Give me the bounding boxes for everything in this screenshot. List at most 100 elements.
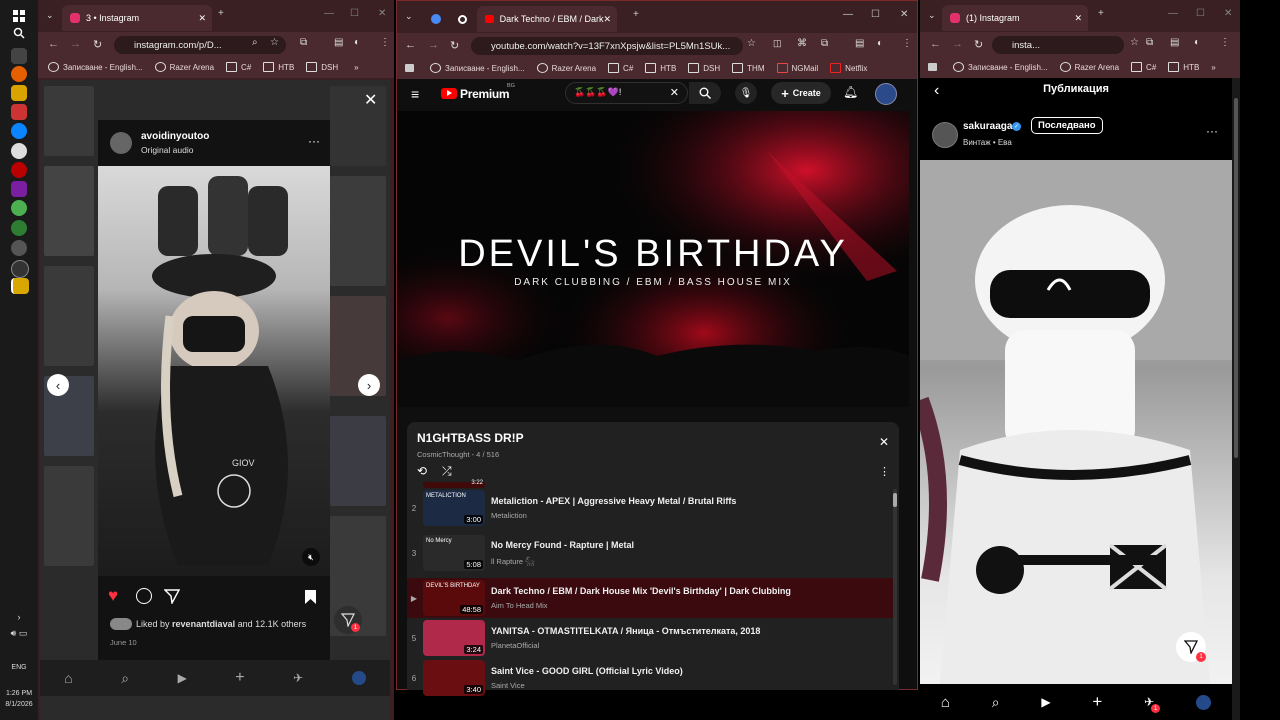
chrome-active-icon[interactable] <box>11 278 29 294</box>
zoom-icon[interactable]: ⌕ <box>252 37 258 48</box>
edge-icon[interactable] <box>11 123 27 139</box>
address-bar[interactable]: youtube.com/watch?v=13F7xnXpsjw&list=PL5… <box>471 37 743 55</box>
extension-icon-2[interactable]: ▤ <box>334 37 343 48</box>
bookmark-folder[interactable]: C# <box>226 62 251 72</box>
playlist-item-thumbnail[interactable]: DEVIL'S BIRTHDAY 48:58 <box>423 580 485 616</box>
playlist-item[interactable]: 2 METALICTION 3:00 Metaliction - APEX | Agg… <box>407 488 893 528</box>
playlist-item[interactable]: 6 3:40 Saint Vice - GOOD GIRL (Official Ly… <box>407 658 893 698</box>
playlist-item-channel[interactable]: Aim To Head Mix <box>491 601 791 610</box>
avatar[interactable] <box>110 132 132 154</box>
playlist-item-title[interactable]: Metaliction - APEX | Aggressive Heavy Me… <box>491 496 736 506</box>
reload-icon[interactable]: ↻ <box>450 39 459 52</box>
profile-icon[interactable]: ◐ <box>354 37 360 48</box>
tab-close-icon[interactable]: ✕ <box>603 14 611 25</box>
chrome-profile-icon[interactable] <box>11 200 27 216</box>
hamburger-menu-icon[interactable]: ≡ <box>411 86 419 102</box>
yt-search-button[interactable] <box>689 82 721 104</box>
account-avatar[interactable] <box>875 83 897 105</box>
extension-icon-3[interactable]: ▤ <box>855 38 864 49</box>
reels-icon[interactable]: ▶ <box>178 671 187 685</box>
playlist-item-thumbnail[interactable]: METALICTION 3:00 <box>423 490 485 526</box>
playlist-item-channel[interactable]: Metaliction <box>491 511 736 520</box>
bookmark-item[interactable]: Записване - English... <box>953 62 1048 72</box>
tab-instagram[interactable]: 3 • Instagram ✕ <box>62 5 212 31</box>
bookmark-star-icon[interactable]: ☆ <box>747 38 756 49</box>
extension-icon-2[interactable]: ▤ <box>1170 37 1179 48</box>
bookmark-folder[interactable]: HTB <box>1168 62 1199 72</box>
playlist-item-title[interactable]: Saint Vice - GOOD GIRL (Official Lyric V… <box>491 666 683 676</box>
back-icon[interactable]: ← <box>930 38 941 50</box>
address-bar[interactable]: instagram.com/p/D... <box>114 36 286 54</box>
playlist-meta[interactable]: CosmicThought - 4 / 516 <box>417 450 499 459</box>
liked-by-text[interactable]: Liked by revenantdiaval and 12.1K others <box>136 619 306 629</box>
browser-icon[interactable] <box>11 220 27 236</box>
playlist-item-title[interactable]: YANITSA - OTMASTITELKATA / Яница - Отмъс… <box>491 626 760 636</box>
menu-dots-icon[interactable]: ⋮ <box>1220 37 1230 48</box>
clock-date[interactable]: 8/1/2026 <box>0 701 38 708</box>
bookmark-folder[interactable]: C# <box>1131 62 1156 72</box>
address-bar[interactable]: insta... <box>992 36 1124 54</box>
tab-instagram[interactable]: (1) Instagram ✕ <box>942 5 1088 31</box>
apps-icon[interactable] <box>405 64 418 72</box>
direct-icon[interactable]: ✈ <box>293 671 303 685</box>
playlist-title[interactable]: N1GHTBASS DR!P <box>417 431 524 445</box>
extension-icon-1[interactable]: ◫ <box>773 38 782 49</box>
tab-close-icon[interactable]: ✕ <box>198 13 206 24</box>
comment-icon[interactable] <box>136 588 152 604</box>
profile-icon[interactable]: ◐ <box>1194 37 1200 48</box>
forward-icon[interactable]: → <box>428 39 439 51</box>
bookmark-folder[interactable]: C# <box>608 63 633 73</box>
chrome-icon[interactable] <box>11 143 27 159</box>
mute-icon[interactable]: 🔇︎ <box>302 548 320 566</box>
bookmark-item[interactable]: Razer Arena <box>154 62 214 72</box>
bookmark-item[interactable]: Записване - English... <box>48 62 143 72</box>
loop-icon[interactable]: ⟲ <box>417 464 427 478</box>
create-button[interactable]: + Create <box>771 82 831 104</box>
bookmark-star-icon[interactable]: ☆ <box>270 37 279 48</box>
bookmark-item[interactable]: NGMail <box>776 63 818 73</box>
reload-icon[interactable]: ↻ <box>974 38 983 51</box>
forward-icon[interactable]: → <box>70 38 81 50</box>
task-view-icon[interactable] <box>11 48 27 64</box>
volume-icon[interactable]: 🔊︎ ▭ <box>0 628 38 639</box>
close-window-icon[interactable]: ✕ <box>378 8 386 19</box>
post-subtitle[interactable]: Винтаж • Ева <box>963 138 1012 147</box>
bookmark-folder[interactable]: DSH <box>306 62 338 72</box>
tab-close-icon[interactable]: ✕ <box>1074 13 1082 24</box>
minimize-icon[interactable]: — <box>843 9 853 20</box>
menu-dots-icon[interactable]: ⋮ <box>380 37 390 48</box>
tab-search-icon[interactable]: ⌄ <box>405 11 413 22</box>
maximize-icon[interactable]: ☐ <box>871 9 880 20</box>
post-audio[interactable]: Original audio <box>141 145 193 155</box>
search-icon[interactable] <box>11 25 27 41</box>
playlist-item-thumbnail[interactable]: 3:40 <box>423 660 485 696</box>
home-icon[interactable]: ⌂ <box>941 694 950 711</box>
reels-icon[interactable]: ▶ <box>1041 695 1050 709</box>
extensions-icon[interactable]: ⧉ <box>821 38 828 49</box>
following-button[interactable]: Последвано <box>1031 117 1103 134</box>
menu-dots-icon[interactable]: ⋮ <box>902 38 912 49</box>
chevron-up-icon[interactable]: › <box>0 612 38 622</box>
tab-youtube[interactable]: Dark Techno / EBM / Dark ✕ <box>477 6 617 32</box>
bookmark-folder[interactable]: HTB <box>645 63 676 73</box>
create-icon[interactable]: + <box>1092 692 1102 712</box>
direct-icon[interactable]: ✈ 1 <box>1144 695 1161 713</box>
more-options-icon[interactable]: ··· <box>308 134 320 148</box>
microphone-icon[interactable]: 🎙︎ <box>735 82 757 104</box>
bookmark-item[interactable]: Razer Arena <box>1059 62 1119 72</box>
minimize-icon[interactable]: — <box>1168 8 1178 19</box>
reload-icon[interactable]: ↻ <box>93 38 102 51</box>
page-scrollbar[interactable] <box>1232 78 1240 720</box>
profile-nav-icon[interactable] <box>1196 694 1212 710</box>
create-icon[interactable]: + <box>235 669 244 687</box>
back-icon[interactable]: ← <box>405 39 416 51</box>
firefox-icon[interactable] <box>11 66 27 82</box>
onenote-icon[interactable] <box>11 181 27 197</box>
shuffle-icon[interactable]: ⤮ <box>442 464 452 479</box>
youtube-premium-logo[interactable]: Premium <box>460 87 510 101</box>
playlist-item-title[interactable]: Dark Techno / EBM / Dark House Mix 'Devi… <box>491 586 791 596</box>
bookmark-folder[interactable]: HTB <box>263 62 294 72</box>
profile-nav-icon[interactable] <box>351 671 366 685</box>
avatar[interactable] <box>932 122 958 148</box>
close-window-icon[interactable]: ✕ <box>1224 8 1232 19</box>
